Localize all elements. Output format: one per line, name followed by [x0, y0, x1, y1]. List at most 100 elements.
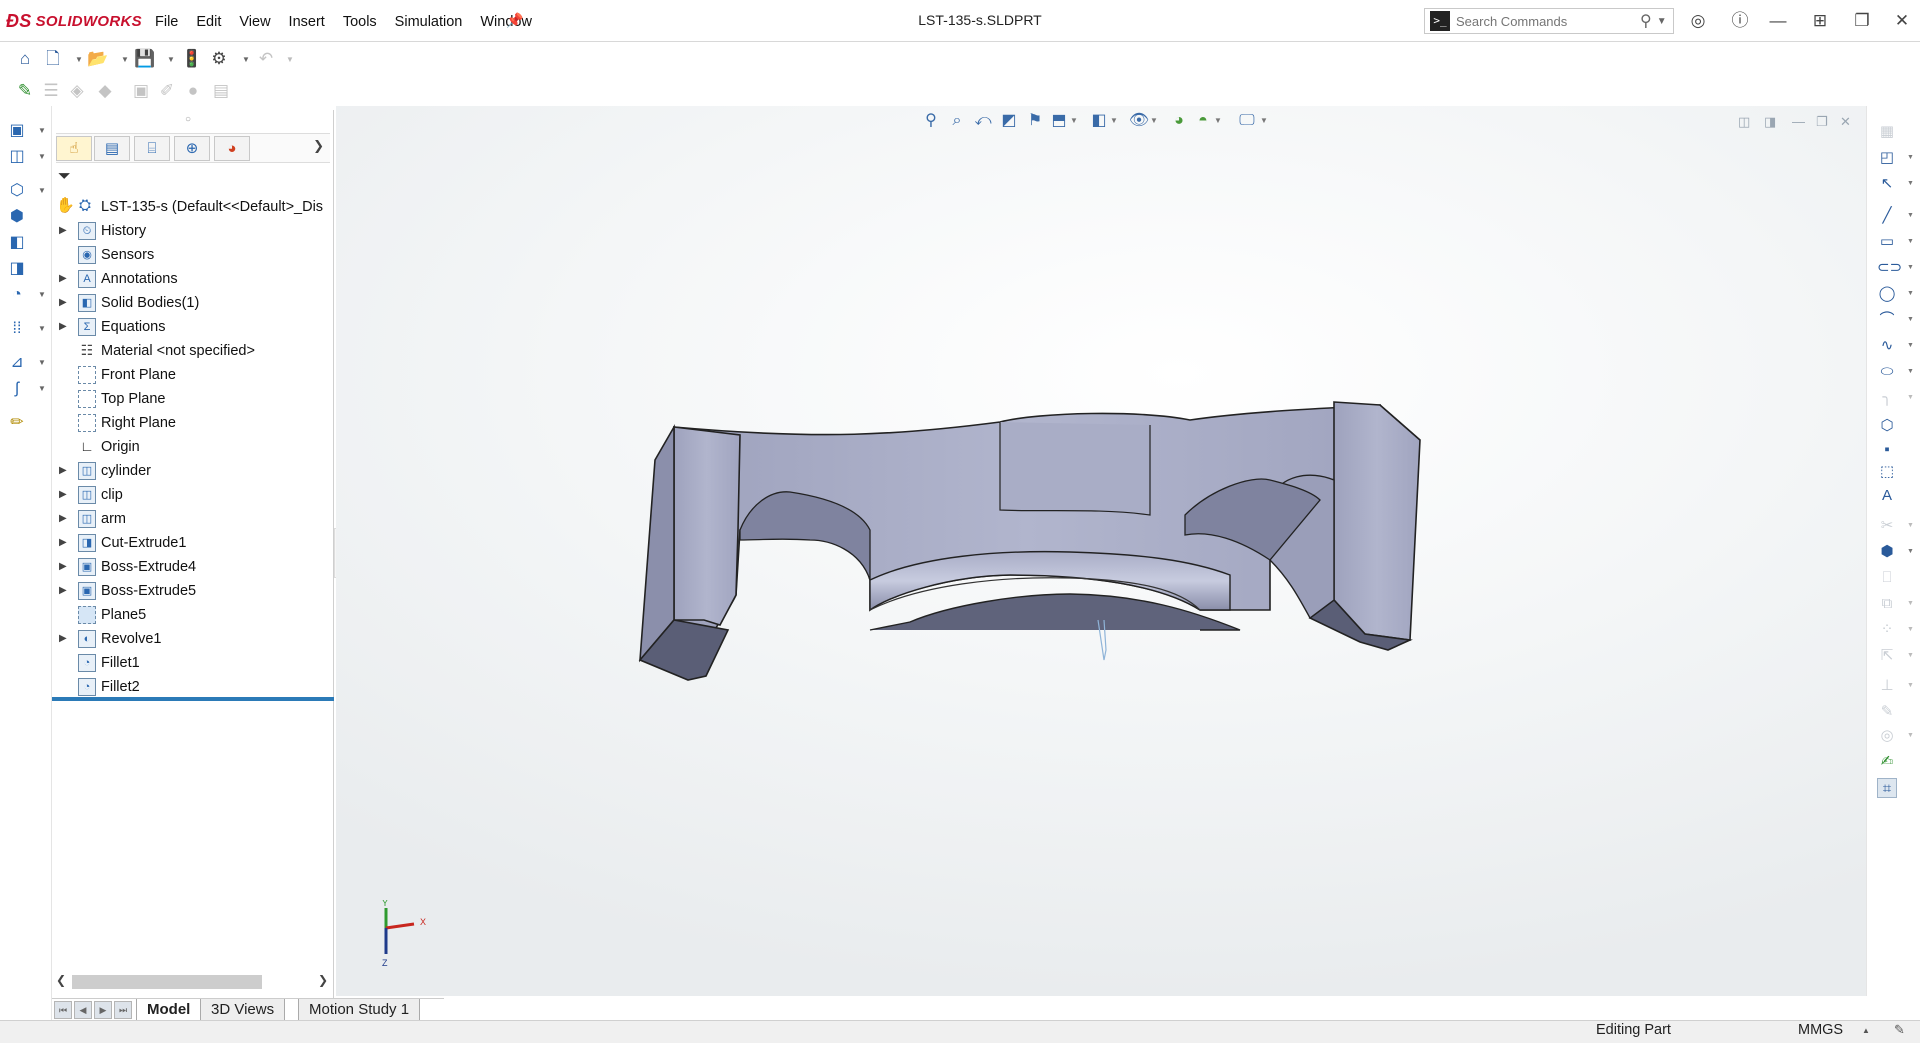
- previous-tab-icon[interactable]: ◀: [74, 1001, 92, 1019]
- tab-display-manager[interactable]: ◕: [214, 136, 250, 161]
- filter-icon[interactable]: ⏷: [58, 168, 71, 186]
- menu-view[interactable]: View: [230, 12, 279, 32]
- sketch-dropdown-icon[interactable]: ▼: [1907, 154, 1914, 161]
- ellipse-dropdown-icon[interactable]: ▼: [1907, 368, 1914, 375]
- convert-entities-icon[interactable]: ⬢: [1877, 542, 1897, 562]
- tab-dimxpert-manager[interactable]: ⊕: [174, 136, 210, 161]
- linear-pattern-icon[interactable]: ⁞⁞: [6, 318, 28, 340]
- revolved-boss-icon[interactable]: ◫: [6, 146, 28, 168]
- tab-motion-study-1[interactable]: Motion Study 1: [298, 999, 421, 1021]
- lofted-boss-icon[interactable]: ⬢: [6, 206, 28, 228]
- search-commands-box[interactable]: >_ ⚲ ▼: [1424, 8, 1674, 34]
- view-settings-icon[interactable]: 🖵: [1236, 110, 1258, 132]
- status-help-icon[interactable]: ✎: [1894, 1022, 1905, 1038]
- ellipse-tool-icon[interactable]: ⬭: [1877, 362, 1897, 382]
- expand-arrow-icon[interactable]: ▶: [59, 483, 69, 507]
- curves-icon[interactable]: ʃ: [6, 378, 28, 400]
- feature-tree-scrollbar[interactable]: ❮ ❯: [52, 972, 332, 992]
- options-gear-icon[interactable]: ⚙: [208, 48, 230, 70]
- dynamic-annotation-icon[interactable]: ⚑: [1024, 110, 1046, 132]
- tree-item-annotations[interactable]: ▶ A Annotations: [56, 267, 334, 291]
- menu-edit[interactable]: Edit: [187, 12, 230, 32]
- edit-appearance-icon[interactable]: ◕: [1168, 110, 1190, 132]
- tree-item-clip[interactable]: ▶ ◫ clip: [56, 483, 334, 507]
- expand-arrow-icon[interactable]: ▶: [59, 555, 69, 579]
- undo-dropdown-icon[interactable]: ▼: [286, 55, 294, 64]
- scrollbar-thumb[interactable]: [72, 975, 262, 989]
- tree-item-top-plane[interactable]: Top Plane: [56, 387, 334, 411]
- point-tool-icon[interactable]: ▪: [1877, 440, 1897, 460]
- swept-boss-icon[interactable]: ⬡: [6, 180, 28, 202]
- instant2d-icon[interactable]: ⌗: [1877, 778, 1897, 798]
- rollback-bar[interactable]: [52, 697, 334, 701]
- rectangle-tool-icon[interactable]: ▭: [1877, 232, 1897, 252]
- sketch-icon[interactable]: ◰: [1877, 148, 1897, 168]
- tree-item-material[interactable]: ☷ Material <not specified>: [56, 339, 334, 363]
- expand-arrow-icon[interactable]: ▶: [59, 531, 69, 555]
- tree-item-front-plane[interactable]: Front Plane: [56, 363, 334, 387]
- hide-show-dropdown-icon[interactable]: ▼: [1150, 116, 1158, 125]
- undo-icon[interactable]: ↶: [255, 48, 277, 70]
- menu-insert[interactable]: Insert: [280, 12, 334, 32]
- rib-icon[interactable]: ⊿: [6, 352, 28, 374]
- view-settings-dropdown-icon[interactable]: ▼: [1260, 116, 1268, 125]
- viewport-minimize-icon[interactable]: —: [1792, 114, 1805, 129]
- arc-dropdown-icon[interactable]: ▼: [1907, 316, 1914, 323]
- revolved-cut-icon[interactable]: ◨: [6, 258, 28, 280]
- rebuild-icon[interactable]: 🚦: [181, 48, 203, 70]
- fillet-tool-icon[interactable]: ◔: [6, 284, 28, 306]
- search-dropdown-icon[interactable]: ▼: [1657, 16, 1667, 27]
- first-tab-icon[interactable]: ⏮: [54, 1001, 72, 1019]
- save-dropdown-icon[interactable]: ▼: [167, 55, 175, 64]
- minimize-button[interactable]: —: [1760, 6, 1796, 36]
- tree-item-sensors[interactable]: ◉ Sensors: [56, 243, 334, 267]
- previous-view-icon[interactable]: ⤺: [972, 110, 994, 132]
- menu-file[interactable]: File: [146, 12, 187, 32]
- smart-dimension-icon[interactable]: ✎: [14, 80, 36, 102]
- save-icon[interactable]: 💾: [134, 48, 156, 70]
- circle-tool-icon[interactable]: ◯: [1877, 284, 1897, 304]
- view-orientation-dropdown-icon[interactable]: ▼: [1070, 116, 1078, 125]
- display-style-dropdown-icon[interactable]: ▼: [1110, 116, 1118, 125]
- dimension-dropdown-icon[interactable]: ▼: [1907, 180, 1914, 187]
- view-orientation-icon[interactable]: ⬒: [1048, 110, 1070, 132]
- tree-item-history[interactable]: ▶ ⏲ History: [56, 219, 334, 243]
- menu-tools[interactable]: Tools: [334, 12, 386, 32]
- tree-item-revolve1[interactable]: ▶ ◐ Revolve1: [56, 627, 334, 651]
- zoom-to-fit-icon[interactable]: ⚲: [920, 110, 942, 132]
- display-style-icon[interactable]: ◧: [1088, 110, 1110, 132]
- open-icon[interactable]: 📂: [87, 48, 109, 70]
- expand-arrow-icon[interactable]: ▶: [59, 579, 69, 603]
- pattern-dropdown-icon[interactable]: ▼: [38, 324, 46, 333]
- extruded-cut-icon[interactable]: ◧: [6, 232, 28, 254]
- next-tab-icon[interactable]: ▶: [94, 1001, 112, 1019]
- menu-simulation[interactable]: Simulation: [386, 12, 472, 32]
- viewport-close-icon[interactable]: ✕: [1840, 114, 1851, 130]
- viewport-tile-right-icon[interactable]: ◨: [1764, 114, 1776, 130]
- tree-item-arm[interactable]: ▶ ◫ arm: [56, 507, 334, 531]
- viewport-tile-left-icon[interactable]: ◫: [1738, 114, 1750, 130]
- expand-arrow-icon[interactable]: ▶: [59, 291, 69, 315]
- tree-item-boss-extrude4[interactable]: ▶ ▣ Boss-Extrude4: [56, 555, 334, 579]
- rapid-sketch-icon[interactable]: ✍: [1877, 752, 1897, 772]
- expand-arrow-icon[interactable]: ▶: [59, 315, 69, 339]
- extrude-dropdown-icon[interactable]: ▼: [38, 126, 46, 135]
- expand-arrow-icon[interactable]: ▶: [59, 627, 69, 651]
- unit-system[interactable]: MMGS: [1798, 1022, 1843, 1038]
- restore-button[interactable]: ❐: [1844, 6, 1880, 36]
- tile-windows-icon[interactable]: ⊞: [1802, 6, 1838, 36]
- slot-tool-icon[interactable]: ⊂⊃: [1877, 258, 1902, 278]
- search-commands-input[interactable]: [1456, 13, 1636, 29]
- swept-dropdown-icon[interactable]: ▼: [38, 186, 46, 195]
- last-tab-icon[interactable]: ⏭: [114, 1001, 132, 1019]
- tree-item-equations[interactable]: ▶ Σ Equations: [56, 315, 334, 339]
- hide-show-items-icon[interactable]: 👁: [1128, 110, 1150, 132]
- close-button[interactable]: ✕: [1884, 6, 1920, 36]
- expand-arrow-icon[interactable]: ▶: [59, 219, 69, 243]
- tab-configuration-manager[interactable]: ⌸: [134, 136, 170, 161]
- tab-property-manager[interactable]: ▤: [94, 136, 130, 161]
- apply-scene-dropdown-icon[interactable]: ▼: [1214, 116, 1222, 125]
- arc-tool-icon[interactable]: ⌒: [1877, 310, 1897, 330]
- rib-dropdown-icon[interactable]: ▼: [38, 358, 46, 367]
- units-dropdown-icon[interactable]: ▲: [1862, 1026, 1870, 1035]
